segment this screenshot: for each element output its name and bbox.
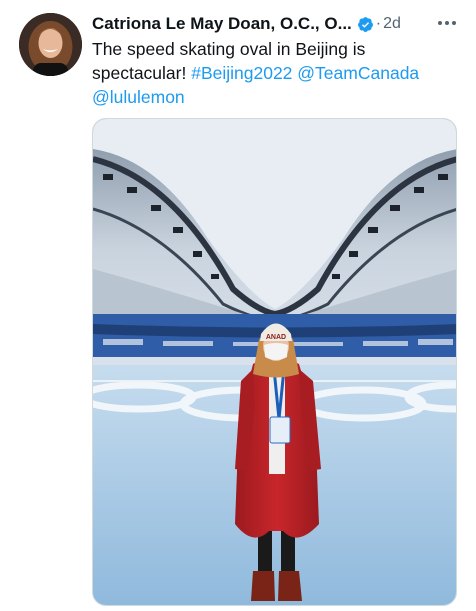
avatar-photo: [19, 13, 82, 76]
tweet-text-line-2: spectacular! #Beijing2022 @TeamCanada: [92, 61, 464, 85]
more-dot: [445, 21, 449, 25]
speed-skating-oval-photo: ANAD: [93, 119, 456, 605]
more-options-icon[interactable]: [436, 14, 458, 32]
more-dot: [438, 21, 442, 25]
tweet-text-line-1: The speed skating oval in Beijing is: [92, 39, 366, 59]
tweet-text-line-3: @lululemon: [92, 85, 464, 109]
hat-text: ANAD: [266, 334, 286, 341]
tweet-card[interactable]: Catriona Le May Doan, O.C., O... · 2d Th…: [0, 0, 476, 611]
more-dot: [452, 21, 456, 25]
author-name[interactable]: Catriona Le May Doan, O.C., O...: [92, 14, 352, 34]
tweet-text-plain: spectacular!: [92, 63, 192, 83]
timestamp[interactable]: 2d: [383, 15, 401, 33]
tweet-text: The speed skating oval in Beijing is spe…: [92, 37, 464, 109]
verified-badge-icon: [357, 16, 373, 32]
mention-link-teamcanada[interactable]: @TeamCanada: [297, 63, 419, 83]
tweet-header: Catriona Le May Doan, O.C., O... · 2d: [92, 12, 464, 36]
avatar[interactable]: [19, 13, 82, 76]
hashtag-link[interactable]: #Beijing2022: [191, 63, 292, 83]
separator-dot: ·: [375, 15, 382, 32]
mention-link-lululemon[interactable]: @lululemon: [92, 87, 185, 107]
tweet-media-photo[interactable]: ANAD: [92, 118, 457, 606]
